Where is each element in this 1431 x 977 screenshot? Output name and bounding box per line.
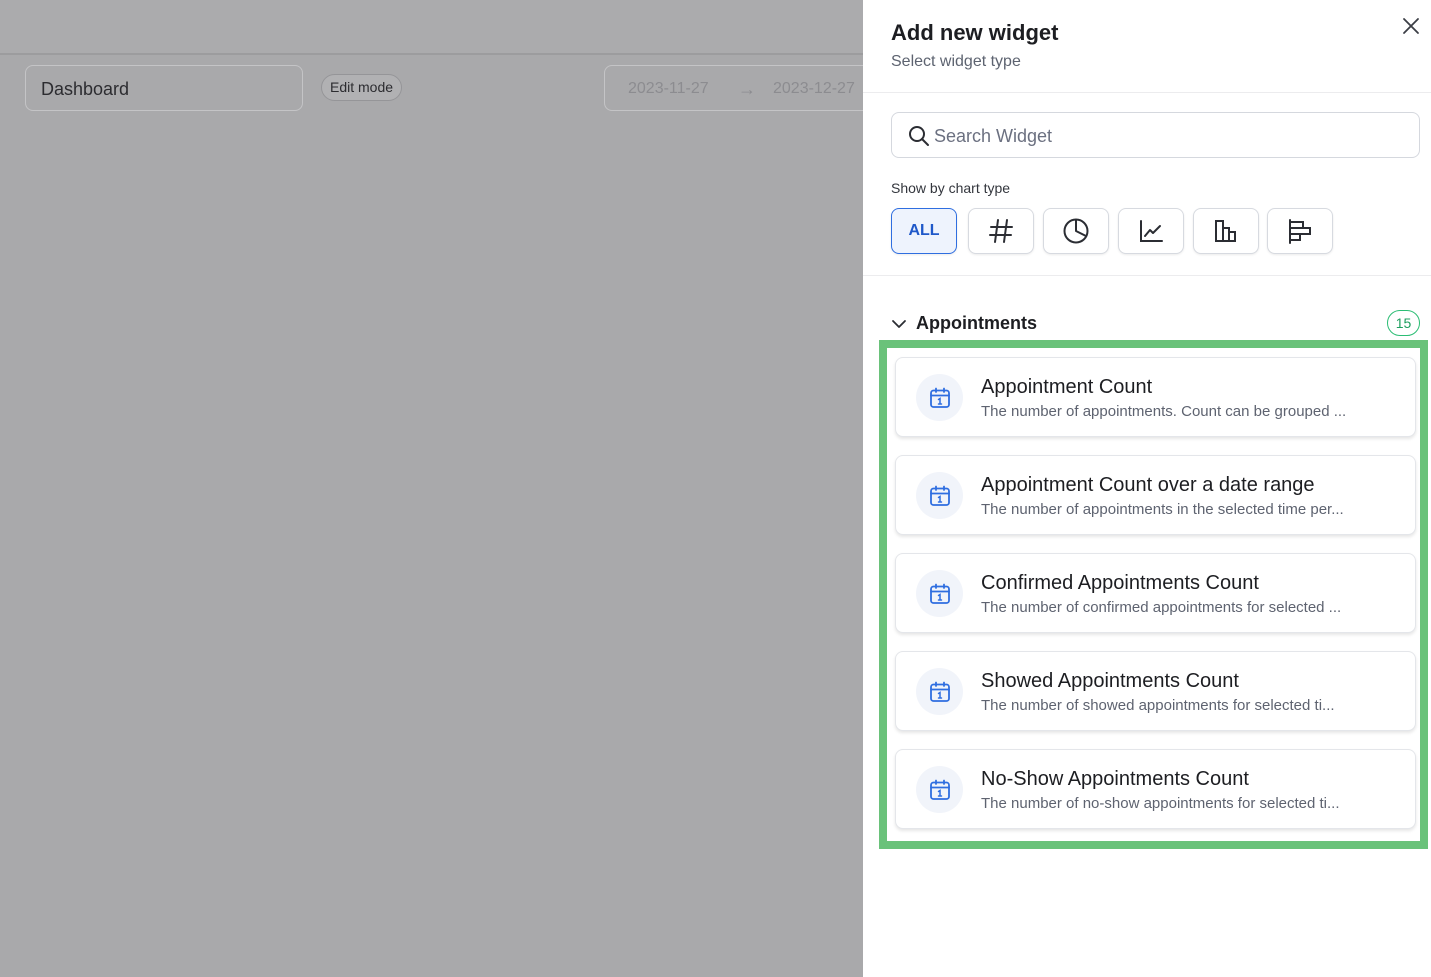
chart-type-line-button[interactable]: [1118, 208, 1184, 254]
search-input[interactable]: [934, 121, 1404, 151]
widget-card-title: Appointment Count over a date range: [981, 474, 1315, 496]
widget-card[interactable]: Showed Appointments Count The number of …: [895, 651, 1416, 731]
search-icon: [909, 126, 929, 146]
chart-type-bar-button[interactable]: [1193, 208, 1259, 254]
date-range-picker[interactable]: 2023-11-27 → 2023-12-27: [604, 65, 904, 111]
bar-chart-icon: [1215, 220, 1236, 242]
chart-type-all-button[interactable]: ALL: [891, 208, 957, 254]
chart-type-label: Show by chart type: [891, 180, 1011, 196]
section-appointments-header[interactable]: Appointments 15: [891, 310, 1420, 338]
panel-header: Add new widget Select widget type: [863, 0, 1431, 93]
widget-card-description: The number of no-show appointments for s…: [981, 795, 1340, 812]
widget-card-title: Appointment Count: [981, 376, 1153, 398]
calendar-icon: [916, 374, 963, 421]
widget-card[interactable]: Confirmed Appointments Count The number …: [895, 553, 1416, 633]
pie-chart-icon: [1063, 218, 1089, 244]
count-badge: 15: [1387, 310, 1420, 336]
line-chart-icon: [1140, 220, 1163, 242]
calendar-icon: [916, 570, 963, 617]
close-icon[interactable]: [1399, 14, 1423, 38]
widget-card-description: The number of appointments in the select…: [981, 501, 1344, 518]
hash-icon: [989, 219, 1013, 243]
section-title: Appointments: [916, 313, 1037, 333]
widget-card-description: The number of appointments. Count can be…: [981, 403, 1347, 420]
arrow-right-icon: →: [738, 79, 756, 99]
calendar-icon: [916, 668, 963, 715]
search-widget-field[interactable]: [891, 112, 1420, 158]
chevron-down-icon[interactable]: [891, 316, 907, 332]
widget-card-title: Confirmed Appointments Count: [981, 572, 1259, 594]
dashboard-name-field[interactable]: Dashboard: [25, 65, 303, 111]
widget-card-description: The number of confirmed appointments for…: [981, 599, 1342, 616]
panel-subtitle: Select widget type: [891, 53, 1021, 70]
divider: [863, 275, 1431, 276]
widget-card-title: Showed Appointments Count: [981, 670, 1239, 692]
chart-type-all-label: ALL: [908, 222, 940, 239]
date-end: 2023-12-27: [773, 80, 855, 97]
widget-card-description: The number of showed appointments for se…: [981, 697, 1335, 714]
widget-card[interactable]: No-Show Appointments Count The number of…: [895, 749, 1416, 829]
panel-title: Add new widget: [891, 20, 1059, 45]
calendar-icon: [916, 766, 963, 813]
chart-type-number-button[interactable]: [968, 208, 1034, 254]
widget-card[interactable]: Appointment Count The number of appointm…: [895, 357, 1416, 437]
widget-card-title: No-Show Appointments Count: [981, 768, 1249, 790]
edit-mode-badge[interactable]: Edit mode: [321, 74, 403, 101]
top-bar: [0, 0, 863, 55]
horizontal-bar-chart-icon: [1289, 219, 1311, 244]
chart-type-pie-button[interactable]: [1043, 208, 1109, 254]
date-start: 2023-11-27: [628, 80, 709, 97]
chart-type-horizontal-bar-button[interactable]: [1267, 208, 1333, 254]
widget-card[interactable]: Appointment Count over a date range The …: [895, 455, 1416, 535]
calendar-icon: [916, 472, 963, 519]
